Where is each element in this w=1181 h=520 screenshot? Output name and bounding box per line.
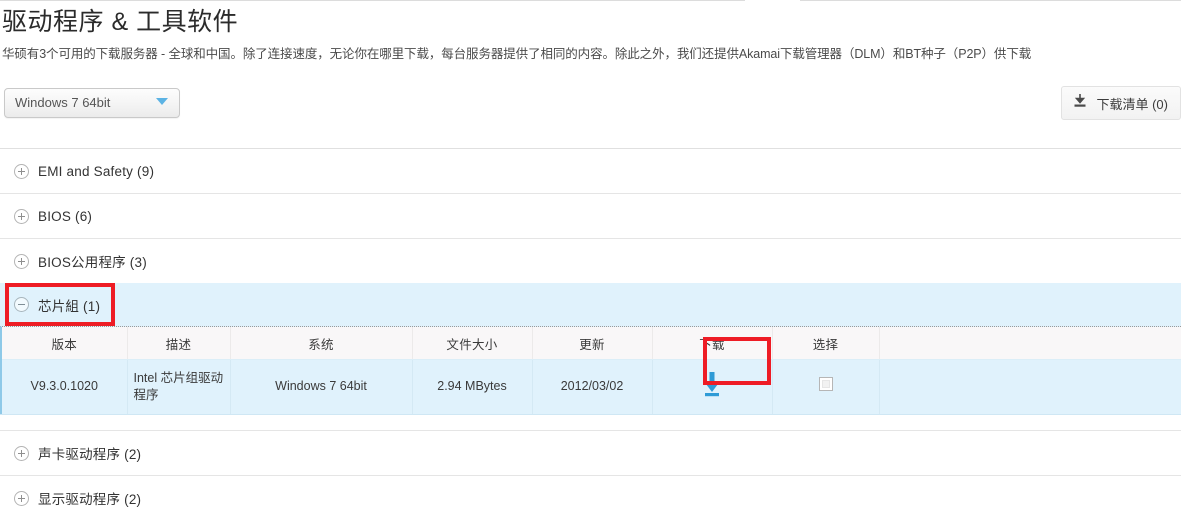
top-divider-gap — [745, 0, 800, 2]
plus-circle-icon — [14, 209, 29, 224]
accordion-top: EMI and Safety (9) BIOS (6) BIOS公用程序 (3) — [0, 148, 1181, 283]
accordion-item-label: BIOS (6) — [38, 209, 92, 224]
accordion-item-emi-and-safety[interactable]: EMI and Safety (9) — [0, 148, 1181, 193]
accordion-item-audio-driver[interactable]: 声卡驱动程序 (2) — [0, 430, 1181, 475]
accordion-item-label: 芯片組 (1) — [38, 295, 100, 315]
row-select-checkbox[interactable] — [819, 377, 833, 391]
top-divider — [0, 0, 1181, 1]
column-header-description: 描述 — [127, 327, 230, 360]
accordion-item-label: BIOS公用程序 (3) — [38, 251, 147, 271]
cell-filesize: 2.94 MBytes — [412, 360, 532, 414]
column-header-filesize: 文件大小 — [412, 327, 532, 360]
column-header-os: 系统 — [230, 327, 412, 360]
download-list-label: 下载清单 (0) — [1096, 94, 1168, 113]
chevron-down-icon — [156, 98, 168, 105]
accordion-item-chipset-header[interactable]: 芯片組 (1) — [0, 283, 1181, 326]
column-header-download: 下载 — [652, 327, 772, 360]
plus-circle-icon — [14, 164, 29, 179]
download-arrow-icon[interactable] — [697, 369, 727, 399]
table-header-row: 版本 描述 系统 文件大小 更新 下载 选择 — [2, 327, 1181, 360]
plus-circle-icon — [14, 491, 29, 506]
accordion-item-label: EMI and Safety (9) — [38, 164, 154, 179]
column-header-version: 版本 — [2, 327, 127, 360]
cell-version: V9.3.0.1020 — [2, 360, 127, 414]
accordion-item-vga-driver[interactable]: 显示驱动程序 (2) — [0, 475, 1181, 520]
column-header-updated: 更新 — [532, 327, 652, 360]
cell-updated: 2012/03/02 — [532, 360, 652, 414]
column-header-spacer — [879, 327, 1181, 360]
os-selector-dropdown[interactable]: Windows 7 64bit — [4, 88, 180, 118]
table-bottom-edge — [0, 414, 1181, 417]
accordion-bottom: 声卡驱动程序 (2) 显示驱动程序 (2) — [0, 430, 1181, 520]
cell-select — [772, 360, 879, 414]
accordion-item-label: 声卡驱动程序 (2) — [38, 443, 141, 463]
download-list-button[interactable]: 下载清单 (0) — [1061, 86, 1181, 120]
page-description: 华硕有3个可用的下载服务器 - 全球和中国。除了连接速度，无论你在哪里下载，每台… — [2, 45, 1181, 63]
accordion-item-bios[interactable]: BIOS (6) — [0, 193, 1181, 238]
page-title: 驱动程序 & 工具软件 — [2, 6, 238, 38]
cell-spacer — [879, 360, 1181, 414]
accordion-section-chipset: 芯片組 (1) 版本 描述 系统 文件大小 更新 下载 选择 — [0, 283, 1181, 417]
driver-table-container: 版本 描述 系统 文件大小 更新 下载 选择 V9.3.0.1020 Intel… — [0, 326, 1181, 414]
accordion-item-bios-utilities[interactable]: BIOS公用程序 (3) — [0, 238, 1181, 283]
os-selector-value: Windows 7 64bit — [15, 95, 110, 110]
accordion-item-label: 显示驱动程序 (2) — [38, 488, 141, 508]
control-bar: Windows 7 64bit 下载清单 (0) — [0, 86, 1181, 128]
cell-download — [652, 360, 772, 414]
cell-os: Windows 7 64bit — [230, 360, 412, 414]
cell-description: Intel 芯片组驱动程序 — [127, 360, 230, 414]
driver-table: 版本 描述 系统 文件大小 更新 下载 选择 V9.3.0.1020 Intel… — [2, 327, 1181, 414]
column-header-select: 选择 — [772, 327, 879, 360]
plus-circle-icon — [14, 446, 29, 461]
plus-circle-icon — [14, 254, 29, 269]
table-row: V9.3.0.1020 Intel 芯片组驱动程序 Windows 7 64bi… — [2, 360, 1181, 414]
download-tray-icon — [1072, 93, 1088, 114]
minus-circle-icon — [14, 297, 29, 312]
